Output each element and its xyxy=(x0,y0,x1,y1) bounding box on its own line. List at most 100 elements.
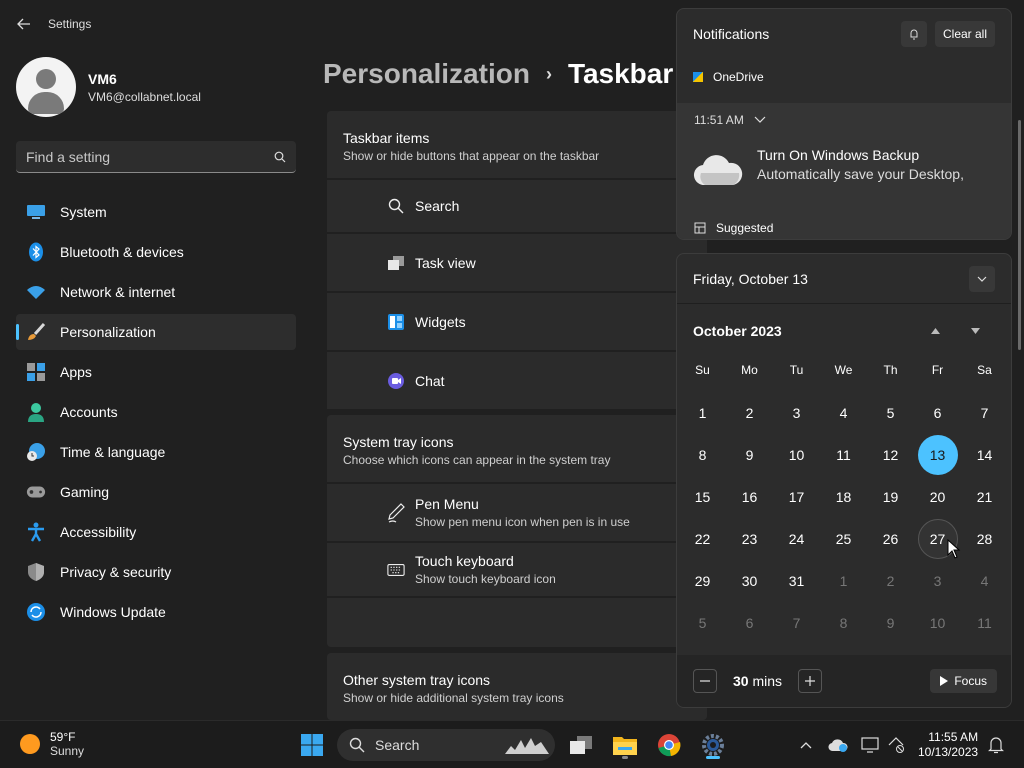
sidebar-item-gaming[interactable]: Gaming xyxy=(16,474,296,510)
calendar-day-next-month[interactable]: 6 xyxy=(730,603,770,643)
sidebar-item-time-language[interactable]: Time & language xyxy=(16,434,296,470)
calendar-day[interactable]: 10 xyxy=(777,435,817,475)
page-scrollbar[interactable] xyxy=(1018,120,1021,350)
calendar-day[interactable]: 8 xyxy=(683,435,723,475)
calendar-day[interactable]: 25 xyxy=(824,519,864,559)
taskbar-search[interactable]: Search xyxy=(337,729,555,761)
calendar-day-next-month[interactable]: 4 xyxy=(965,561,1005,601)
calendar-day-next-month[interactable]: 1 xyxy=(824,561,864,601)
do-not-disturb-button[interactable] xyxy=(900,21,927,47)
calendar-day[interactable]: 14 xyxy=(965,435,1005,475)
search-icon xyxy=(274,151,286,162)
calendar-day[interactable]: 19 xyxy=(871,477,911,517)
taskbar-items-header[interactable]: Taskbar items Show or hide buttons that … xyxy=(327,111,707,178)
calendar-day[interactable]: 15 xyxy=(683,477,723,517)
calendar-day[interactable]: 24 xyxy=(777,519,817,559)
weekday-label: Fr xyxy=(931,363,944,377)
calendar-day-next-month[interactable]: 11 xyxy=(965,603,1005,643)
taskbar-item-chat[interactable]: Chat xyxy=(327,352,707,409)
calendar-day[interactable]: 22 xyxy=(683,519,723,559)
section-title: Taskbar items xyxy=(343,130,430,146)
file-explorer-button[interactable] xyxy=(609,729,641,761)
calendar-day[interactable]: 17 xyxy=(777,477,817,517)
show-hidden-icons-button[interactable] xyxy=(796,735,816,755)
display-tray-button[interactable] xyxy=(860,735,880,755)
search-input[interactable] xyxy=(26,148,274,165)
sidebar-item-network[interactable]: Network & internet xyxy=(16,274,296,310)
settings-search[interactable] xyxy=(16,141,296,173)
calendar-day-next-month[interactable]: 7 xyxy=(777,603,817,643)
chrome-button[interactable] xyxy=(653,729,685,761)
calendar-day[interactable]: 21 xyxy=(965,477,1005,517)
calendar-day-today[interactable]: 13 xyxy=(917,435,958,475)
back-button[interactable] xyxy=(0,0,48,48)
notification-app-header[interactable]: OneDrive xyxy=(677,59,1011,95)
calendar-month[interactable]: October 2023 xyxy=(693,323,915,339)
task-view-button[interactable] xyxy=(565,729,597,761)
weekday-label: Su xyxy=(695,363,710,377)
calendar-day[interactable]: 20 xyxy=(918,477,958,517)
calendar-day-next-month[interactable]: 10 xyxy=(918,603,958,643)
user-profile[interactable]: VM6 VM6@collabnet.local xyxy=(16,57,201,117)
taskbar-item-search[interactable]: Search xyxy=(327,180,707,232)
calendar-day[interactable]: 30 xyxy=(730,561,770,601)
next-month-button[interactable] xyxy=(955,316,995,346)
calendar-day[interactable]: 2 xyxy=(730,393,770,433)
tray-item-pen-menu[interactable]: Pen Menu Show pen menu icon when pen is … xyxy=(327,484,707,541)
calendar-day[interactable]: 31 xyxy=(777,561,817,601)
calendar-day-next-month[interactable]: 2 xyxy=(871,561,911,601)
calendar-day[interactable]: 9 xyxy=(730,435,770,475)
taskbar-item-task-view[interactable]: Task view xyxy=(327,234,707,291)
start-button[interactable] xyxy=(296,729,328,761)
weather-widget[interactable]: 59°F Sunny xyxy=(20,730,84,758)
sidebar-item-system[interactable]: System xyxy=(16,194,296,230)
calendar-day[interactable]: 11 xyxy=(824,435,864,475)
taskbar-item-widgets[interactable]: Widgets xyxy=(327,293,707,350)
sidebar-item-apps[interactable]: Apps xyxy=(16,354,296,390)
calendar-day[interactable]: 28 xyxy=(965,519,1005,559)
calendar-day-next-month[interactable]: 3 xyxy=(918,561,958,601)
focus-decrease-button[interactable] xyxy=(693,669,717,693)
settings-app-button[interactable] xyxy=(697,729,729,761)
sidebar-item-bluetooth[interactable]: Bluetooth & devices xyxy=(16,234,296,270)
calendar-day[interactable]: 3 xyxy=(777,393,817,433)
breadcrumb-parent[interactable]: Personalization xyxy=(323,58,530,90)
calendar-day[interactable]: 12 xyxy=(871,435,911,475)
focus-increase-button[interactable] xyxy=(798,669,823,693)
onedrive-tray-button[interactable] xyxy=(828,735,848,755)
notification-time[interactable]: 11:51 AM xyxy=(694,113,766,127)
calendar-day[interactable]: 1 xyxy=(683,393,723,433)
calendar-day[interactable]: 6 xyxy=(918,393,958,433)
previous-month-button[interactable] xyxy=(915,316,955,346)
weekday-label: Sa xyxy=(977,363,992,377)
sidebar-item-windows-update[interactable]: Windows Update xyxy=(16,594,296,630)
chat-icon xyxy=(387,372,405,390)
notification-bell-button[interactable] xyxy=(986,735,1006,755)
calendar-day[interactable]: 5 xyxy=(871,393,911,433)
calendar-day[interactable]: 23 xyxy=(730,519,770,559)
calendar-day-next-month[interactable]: 8 xyxy=(824,603,864,643)
sidebar-item-personalization[interactable]: Personalization xyxy=(16,314,296,350)
sidebar-item-label: Network & internet xyxy=(60,284,176,300)
system-tray-icons-header[interactable]: System tray icons Choose which icons can… xyxy=(327,415,707,482)
sidebar-item-accessibility[interactable]: Accessibility xyxy=(16,514,296,550)
taskbar-clock[interactable]: 11:55 AM 10/13/2023 xyxy=(918,730,978,760)
tray-item-touch-keyboard[interactable]: Touch keyboard Show touch keyboard icon xyxy=(327,543,707,596)
calendar-day[interactable]: 7 xyxy=(965,393,1005,433)
collapse-calendar-button[interactable] xyxy=(969,265,995,292)
other-tray-icons-header[interactable]: Other system tray icons Show or hide add… xyxy=(327,653,707,720)
network-tray-button[interactable] xyxy=(886,735,906,755)
notification-toast[interactable]: 11:51 AM Turn On Windows Backup Automati… xyxy=(677,103,1011,239)
sidebar-item-privacy[interactable]: Privacy & security xyxy=(16,554,296,590)
calendar-day[interactable]: 18 xyxy=(824,477,864,517)
calendar-day[interactable]: 16 xyxy=(730,477,770,517)
calendar-day[interactable]: 29 xyxy=(683,561,723,601)
calendar-day-next-month[interactable]: 9 xyxy=(871,603,911,643)
sidebar-item-accounts[interactable]: Accounts xyxy=(16,394,296,430)
calendar-day-next-month[interactable]: 5 xyxy=(683,603,723,643)
clear-all-button[interactable]: Clear all xyxy=(934,21,995,47)
calendar-day[interactable]: 26 xyxy=(871,519,911,559)
calendar-day[interactable]: 4 xyxy=(824,393,864,433)
focus-start-button[interactable]: Focus xyxy=(930,669,997,693)
row-label: Chat xyxy=(415,372,445,389)
